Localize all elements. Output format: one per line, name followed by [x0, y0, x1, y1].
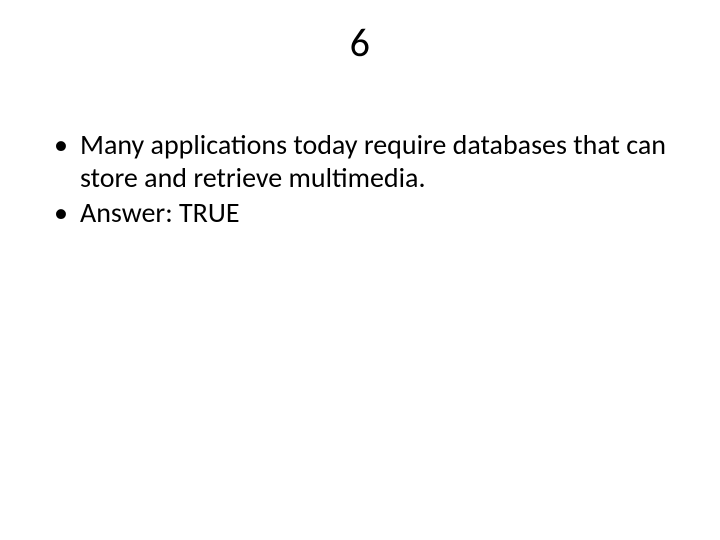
slide-title: 6	[0, 18, 720, 67]
list-item: Many applications today require database…	[54, 128, 666, 194]
list-item: Answer: TRUE	[54, 196, 666, 229]
slide: 6 Many applications today require databa…	[0, 0, 720, 540]
slide-body: Many applications today require database…	[54, 128, 666, 231]
bullet-list: Many applications today require database…	[54, 128, 666, 229]
